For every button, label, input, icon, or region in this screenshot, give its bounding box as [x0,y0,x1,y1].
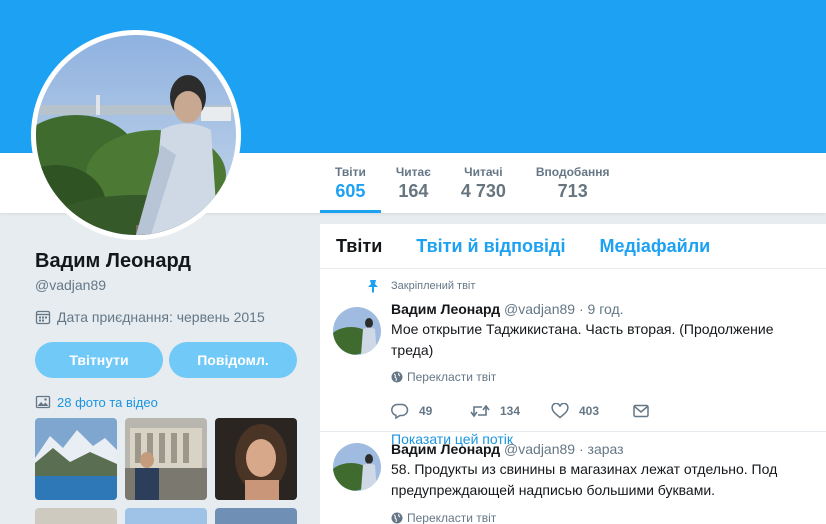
stat-followers[interactable]: Читачі 4 730 [446,153,521,213]
tweet[interactable]: Закріплений твіт Вадим Леонард @vadjan89… [320,269,826,447]
building-person-photo [125,418,207,500]
pinned-label: Закріплений твіт [368,269,816,293]
stat-label: Читає [395,165,431,179]
stat-value: 713 [557,181,588,201]
like-button[interactable]: 403 [551,403,633,419]
direct-message-button[interactable] [633,404,659,418]
tweet-header: Вадим Леонард @vadjan89 · 9 год. [391,301,816,317]
like-count: 403 [579,404,600,418]
calendar-icon [35,310,51,325]
profile-sidebar: Вадим Леонард @vadjan89 Дата приєднання:… [35,250,297,524]
tweet-actions: 49 134 403 [391,403,816,419]
media-thumbnail[interactable] [215,508,297,524]
joined-date: Дата приєднання: червень 2015 [35,309,297,325]
photos-videos-link[interactable]: 28 фото та відео [35,394,297,410]
tweet[interactable]: Вадим Леонард @vadjan89 · зараз 58. Прод… [320,432,826,524]
mountain-lake-photo [35,418,117,500]
tweet-text: Мое открытие Таджикистана. Часть вторая.… [391,321,774,358]
profile-name[interactable]: Вадим Леонард [35,250,297,273]
translate-label: Перекласти твіт [407,370,497,384]
pinned-text: Закріплений твіт [391,280,476,292]
photos-videos-label: 28 фото та відео [57,394,158,410]
stat-label: Твіти [335,165,366,179]
profile-handle[interactable]: @vadjan89 [35,277,297,293]
globe-icon [391,512,403,524]
tweet-timestamp[interactable]: · 9 год. [579,301,624,317]
heart-icon [551,403,569,419]
profile-stats: Твіти 605 Читає 164 Читачі 4 730 Вподоба… [320,153,625,213]
tweet-author-handle[interactable]: @vadjan89 [504,441,575,457]
media-thumbnail[interactable] [125,508,207,524]
tweet-author-handle[interactable]: @vadjan89 [504,301,575,317]
tweet-avatar[interactable] [333,443,381,491]
reply-count: 49 [419,404,433,418]
translate-tweet-link[interactable]: Перекласти твіт [391,370,816,384]
portrait-photo [215,418,297,500]
pin-icon [368,280,378,293]
media-thumbnail[interactable] [35,418,117,500]
reply-icon [391,403,409,419]
stat-label: Читачі [464,165,503,179]
profile-avatar[interactable] [31,30,241,240]
media-thumbnail[interactable] [215,418,297,500]
avatar-photo [333,307,381,355]
tweet-author-name[interactable]: Вадим Леонард [391,301,500,317]
stat-label: Вподобання [535,165,610,179]
stat-value: 605 [335,181,366,201]
tab-tweets-replies[interactable]: Твіти й відповіді [416,236,565,257]
timeline-tabs: Твіти Твіти й відповіді Медіафайли [320,224,826,269]
stat-likes[interactable]: Вподобання 713 [521,153,625,213]
message-button[interactable]: Повідомл. [169,342,297,378]
media-grid [35,418,297,500]
tab-media[interactable]: Медіафайли [599,236,710,257]
retweet-button[interactable]: 134 [470,403,551,419]
tweet-avatar[interactable] [333,307,381,355]
tweet-author-name[interactable]: Вадим Леонард [391,441,500,457]
avatar-photo [36,35,236,235]
tweet-to-button[interactable]: Твітнути [35,342,163,378]
retweet-icon [470,404,490,418]
translate-label: Перекласти твіт [407,511,497,524]
tab-tweets[interactable]: Твіти [336,236,382,257]
reply-button[interactable]: 49 [391,403,470,419]
stat-value: 4 730 [460,181,506,201]
envelope-icon [633,404,649,418]
stat-following[interactable]: Читає 164 [381,153,446,213]
profile-buttons: Твітнути Повідомл. [35,342,297,378]
tweet-header: Вадим Леонард @vadjan89 · зараз [391,432,816,457]
tweet-timestamp[interactable]: · зараз [579,441,624,457]
timeline: Твіти Твіти й відповіді Медіафайли Закрі… [320,224,826,524]
image-icon [35,395,51,409]
media-grid-row-2 [35,508,297,524]
translate-tweet-link[interactable]: Перекласти твіт [391,511,816,524]
media-thumbnail[interactable] [35,508,117,524]
globe-icon [391,371,403,383]
retweet-count: 134 [500,404,521,418]
tweet-text: 58. Продукты из свинины в магазинах лежа… [391,461,778,498]
avatar-photo [333,443,381,491]
stat-value: 164 [398,181,429,201]
media-thumbnail[interactable] [125,418,207,500]
stat-tweets[interactable]: Твіти 605 [320,153,381,213]
joined-text: Дата приєднання: червень 2015 [57,309,265,325]
